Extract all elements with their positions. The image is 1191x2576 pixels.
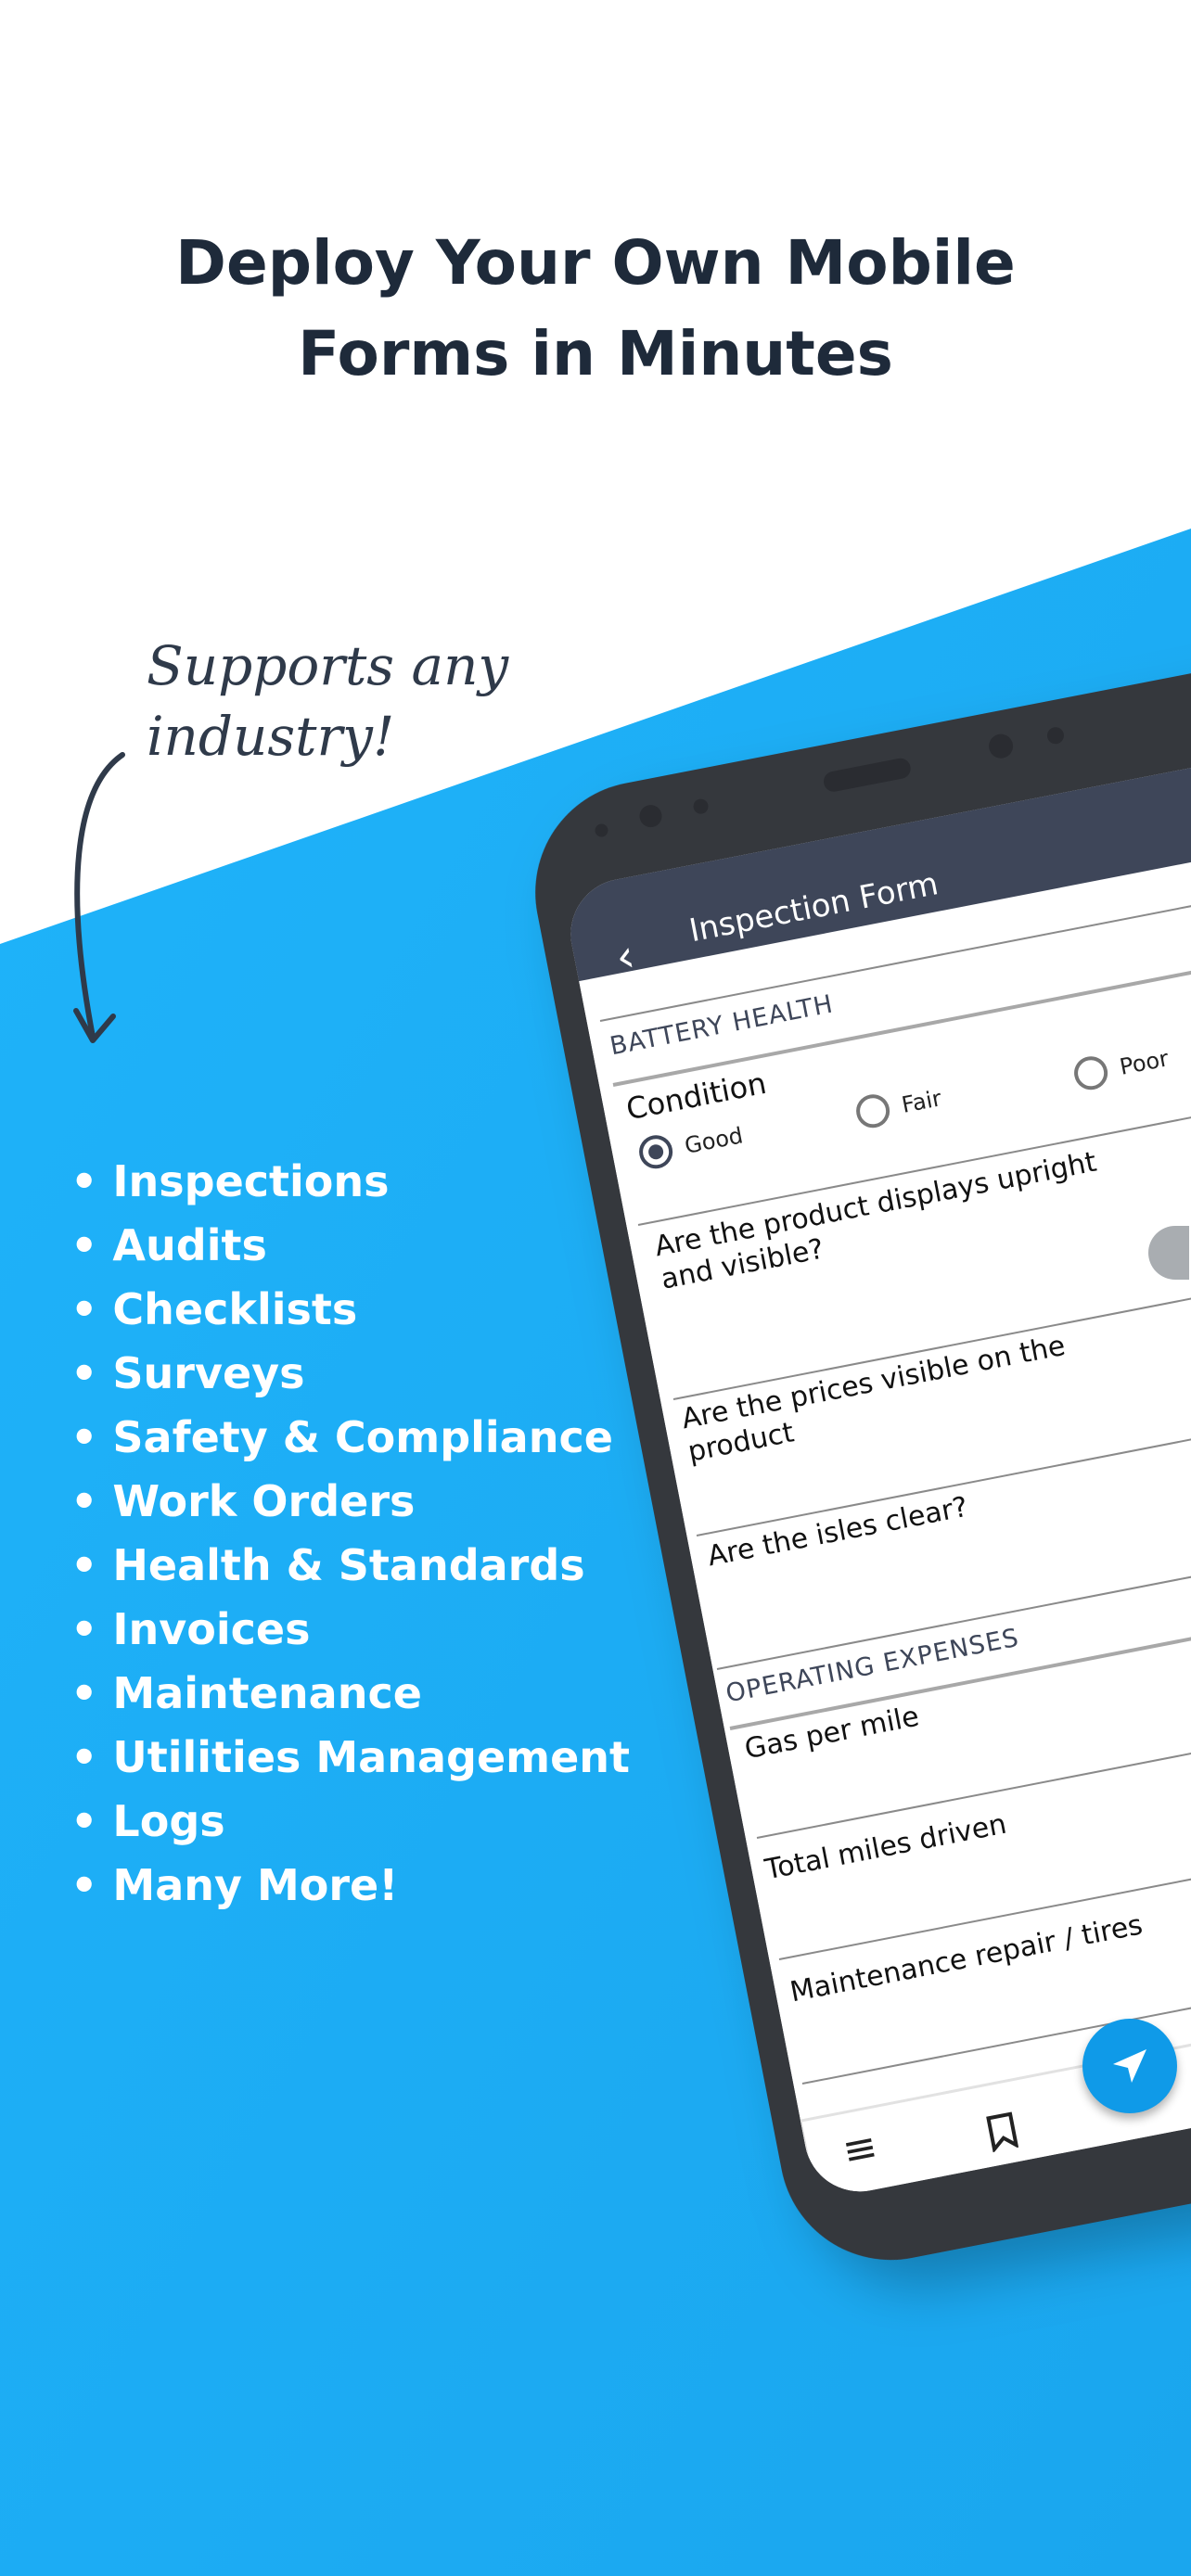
send-button[interactable]: [1082, 2019, 1177, 2113]
industry-list: • Inspections • Audits • Checklists • Su…: [70, 1150, 630, 1918]
list-item: • Maintenance: [70, 1668, 422, 1718]
send-icon: [1113, 2049, 1146, 2083]
list-item: • Many More!: [70, 1860, 399, 1910]
list-item: • Logs: [70, 1796, 225, 1846]
list-item: • Audits: [70, 1220, 267, 1270]
callout-line-1: Supports any: [147, 634, 509, 697]
list-item: • Safety & Compliance: [70, 1412, 613, 1462]
radio-label: Poor: [1117, 1045, 1172, 1080]
radio-selected-icon: [636, 1132, 676, 1172]
list-item: • Work Orders: [70, 1476, 416, 1526]
page-title: Deploy Your Own Mobile Forms in Minutes: [0, 218, 1191, 400]
callout-text: Supports any industry!: [147, 631, 508, 772]
radio-empty-icon: [1071, 1053, 1111, 1093]
list-item: • Checklists: [70, 1284, 358, 1334]
list-item: • Health & Standards: [70, 1540, 585, 1590]
radio-empty-icon: [853, 1091, 893, 1131]
radio-label: Fair: [899, 1085, 944, 1118]
list-item: • Utilities Management: [70, 1732, 631, 1782]
callout-line-2: industry!: [147, 705, 395, 768]
headline-line-2: Forms in Minutes: [298, 318, 893, 389]
headline-line-1: Deploy Your Own Mobile: [175, 227, 1016, 299]
curved-arrow-icon: [73, 752, 125, 1043]
list-item: • Surveys: [70, 1348, 305, 1398]
list-item: • Inspections: [70, 1156, 390, 1206]
list-item: • Invoices: [70, 1604, 311, 1654]
